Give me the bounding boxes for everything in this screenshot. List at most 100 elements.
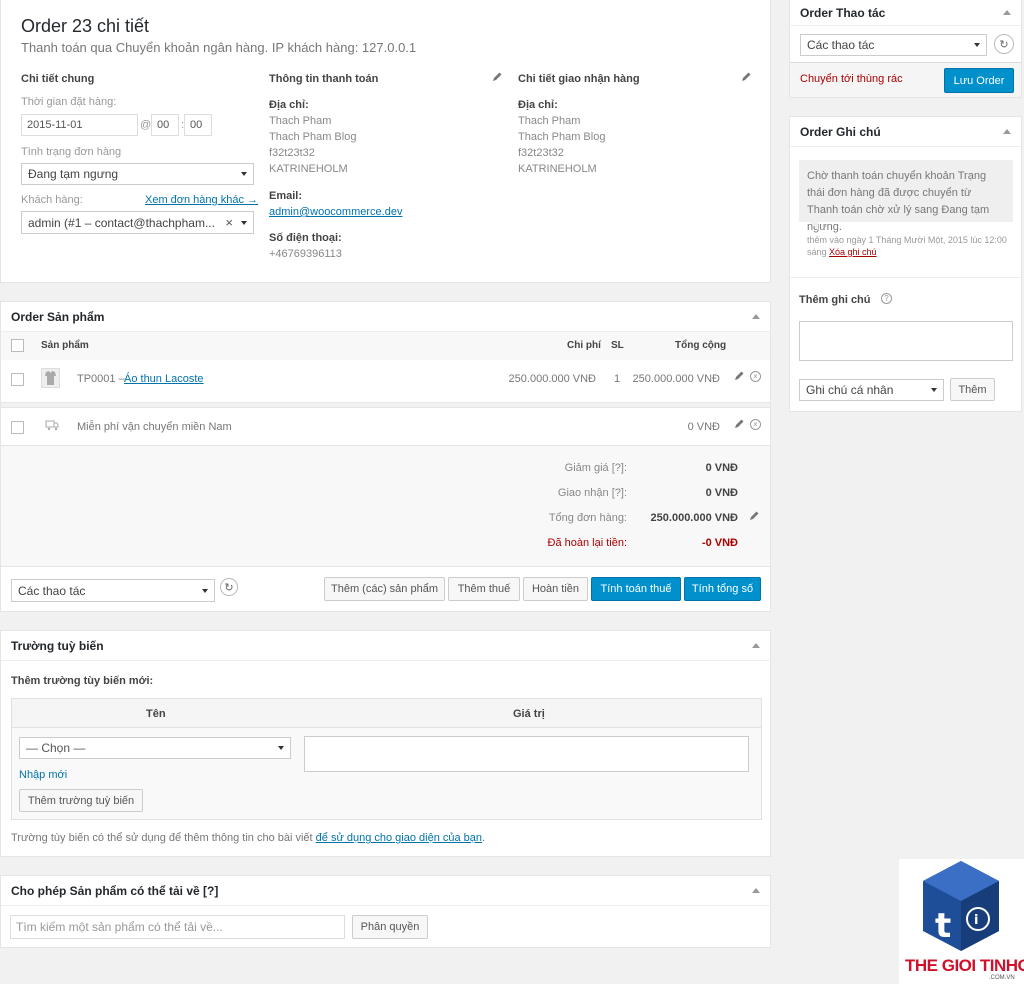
status-label: Tình trạng đơn hàng — [21, 146, 122, 158]
order-total-value: 250.000.000 VNĐ — [650, 512, 738, 524]
col-cost: Chi phí — [567, 340, 601, 351]
grant-access-button[interactable]: Phân quyền — [352, 915, 428, 939]
billing-email-link[interactable]: admin@woocommerce.dev — [269, 206, 402, 218]
custom-field-key-select[interactable]: — Chọn — — [19, 737, 291, 759]
custom-field-value-textarea[interactable] — [304, 736, 749, 772]
order-items-header[interactable]: Order Sản phẩm — [1, 302, 770, 332]
note-type-select[interactable]: Ghi chú cá nhân — [799, 379, 944, 401]
custom-fields-doc-link[interactable]: để sử dụng cho giao diện của bạn — [316, 832, 482, 844]
billing-address-line: f32t23t32 — [269, 147, 315, 159]
edit-shipping-item-icon[interactable] — [733, 418, 745, 430]
help-icon[interactable]: ? — [881, 293, 892, 304]
custom-fields-header[interactable]: Trường tuỳ biến — [1, 631, 770, 661]
collapse-icon[interactable] — [1003, 129, 1011, 134]
refunded-label: Đã hoàn lại tiền: — [547, 537, 628, 549]
order-data-box: Order 23 chi tiết Thanh toán qua Chuyển … — [0, 0, 771, 283]
product-qty: 1 — [614, 373, 621, 385]
edit-shipping-icon[interactable] — [740, 71, 752, 83]
row-divider — [1, 402, 770, 408]
note-suffix: . — [482, 832, 486, 844]
custom-field-key-value: — Chọn — — [26, 741, 86, 755]
item-checkbox[interactable] — [11, 421, 24, 434]
customer-label: Khách hàng: — [21, 194, 83, 206]
bulk-actions-select[interactable]: Các thao tác — [11, 579, 215, 602]
refresh-icon[interactable]: ↻ — [220, 578, 238, 596]
collapse-icon[interactable] — [1003, 10, 1011, 15]
chevron-down-icon — [202, 588, 208, 593]
order-hour-input[interactable]: 00 — [151, 114, 179, 136]
note-textarea[interactable] — [799, 321, 1013, 361]
order-notes-header[interactable]: Order Ghi chú — [790, 117, 1021, 147]
custom-fields-note: Trường tùy biến có thể sử dụng để thêm t… — [11, 832, 485, 844]
order-actions-header[interactable]: Order Thao tác — [790, 0, 1021, 26]
shipping-address-line: Thach Pham — [518, 115, 581, 127]
shipping-address-line: Thach Pham Blog — [518, 131, 606, 143]
product-sku: TP0001 – — [77, 373, 125, 385]
notes-divider — [790, 277, 1021, 278]
delete-shipping-item-icon[interactable]: × — [750, 419, 761, 430]
page-title: Order 23 chi tiết — [21, 16, 150, 36]
billing-heading: Thông tin thanh toán — [269, 73, 379, 85]
order-status-select[interactable]: Đang tạm ngưng — [21, 163, 254, 185]
item-checkbox[interactable] — [11, 373, 24, 386]
shipping-item-total: 0 VNĐ — [687, 421, 720, 433]
collapse-icon[interactable] — [752, 314, 760, 319]
chevron-down-icon — [974, 43, 980, 47]
note-bubble: Chờ thanh toán chuyển khoản Trạng thái đ… — [799, 160, 1013, 233]
select-all-checkbox[interactable] — [11, 339, 24, 352]
billing-email-label: Email: — [269, 190, 303, 202]
discount-value: 0 VNĐ — [705, 462, 738, 474]
calculate-tax-button[interactable]: Tính toán thuế — [591, 577, 681, 601]
chevron-down-icon — [241, 220, 247, 225]
view-other-orders-link[interactable]: Xem đơn hàng khác → — [145, 194, 258, 206]
note-meta: thêm vào ngày 1 Tháng Mười Một, 2015 lúc… — [807, 234, 1007, 258]
brand-name: THE GIOI TINHOC — [905, 956, 1024, 975]
edit-item-icon[interactable] — [733, 370, 745, 382]
enter-new-link[interactable]: Nhập mới — [19, 769, 67, 781]
downloads-heading: Cho phép Sản phẩm có thể tải về [?] — [11, 883, 219, 898]
billing-address-line: Thach Pham — [269, 115, 332, 127]
note-bubble-tail — [810, 222, 818, 230]
custom-field-table-header — [12, 699, 761, 728]
calculate-total-button[interactable]: Tính tổng số — [684, 577, 761, 601]
product-total: 250.000.000 VNĐ — [632, 373, 720, 385]
download-search-input[interactable]: Tìm kiếm một sản phẩm có thể tải về... — [10, 915, 345, 939]
downloads-box: Cho phép Sản phẩm có thể tải về [?] Tìm … — [0, 875, 771, 948]
items-table-header — [1, 332, 770, 360]
product-name-link[interactable]: Áo thun Lacoste — [124, 373, 204, 385]
chevron-down-icon — [241, 172, 247, 176]
move-to-trash-link[interactable]: Chuyển tới thùng rác — [800, 73, 903, 85]
refresh-icon[interactable]: ↻ — [994, 34, 1014, 54]
shipping-address-label: Địa chỉ: — [518, 99, 558, 111]
customer-value: admin (#1 – contact@thachpham... — [28, 215, 215, 230]
customer-select[interactable]: admin (#1 – contact@thachpham... × — [21, 211, 254, 234]
col-product: Sản phẩm — [41, 340, 89, 351]
refunded-value: -0 VNĐ — [701, 537, 738, 549]
order-action-select[interactable]: Các thao tác — [800, 34, 987, 56]
chevron-down-icon — [278, 746, 284, 750]
collapse-icon[interactable] — [752, 888, 760, 893]
add-tax-button[interactable]: Thêm thuế — [448, 577, 520, 601]
order-date-input[interactable]: 2015-11-01 — [21, 114, 138, 136]
save-order-button[interactable]: Lưu Order — [944, 68, 1014, 93]
order-notes-heading: Order Ghi chú — [800, 124, 881, 139]
downloads-header[interactable]: Cho phép Sản phẩm có thể tải về [?] — [1, 876, 770, 906]
collapse-icon[interactable] — [752, 643, 760, 648]
order-minute-input[interactable]: 00 — [184, 114, 212, 136]
col-qty: SL — [611, 340, 624, 351]
add-products-button[interactable]: Thêm (các) sản phẩm — [324, 577, 445, 601]
edit-billing-icon[interactable] — [491, 71, 503, 83]
order-subtitle: Thanh toán qua Chuyển khoản ngân hàng. I… — [21, 40, 417, 55]
clear-icon[interactable]: × — [225, 215, 233, 230]
order-actions-box: Order Thao tác Các thao tác ↻ Chuyển tới… — [789, 0, 1022, 98]
add-note-button[interactable]: Thêm — [950, 378, 995, 401]
delete-item-icon[interactable]: × — [750, 371, 761, 382]
add-custom-field-label: Thêm trường tùy biến mới: — [11, 675, 154, 687]
add-custom-field-button[interactable]: Thêm trường tuỳ biến — [19, 789, 143, 812]
refund-button[interactable]: Hoàn tiền — [523, 577, 588, 601]
general-heading: Chi tiết chung — [21, 73, 95, 85]
billing-address-line: Thach Pham Blog — [269, 131, 357, 143]
col-name: Tên — [146, 708, 166, 720]
edit-total-icon[interactable] — [748, 510, 760, 522]
delete-note-link[interactable]: Xóa ghi chú — [829, 247, 877, 257]
